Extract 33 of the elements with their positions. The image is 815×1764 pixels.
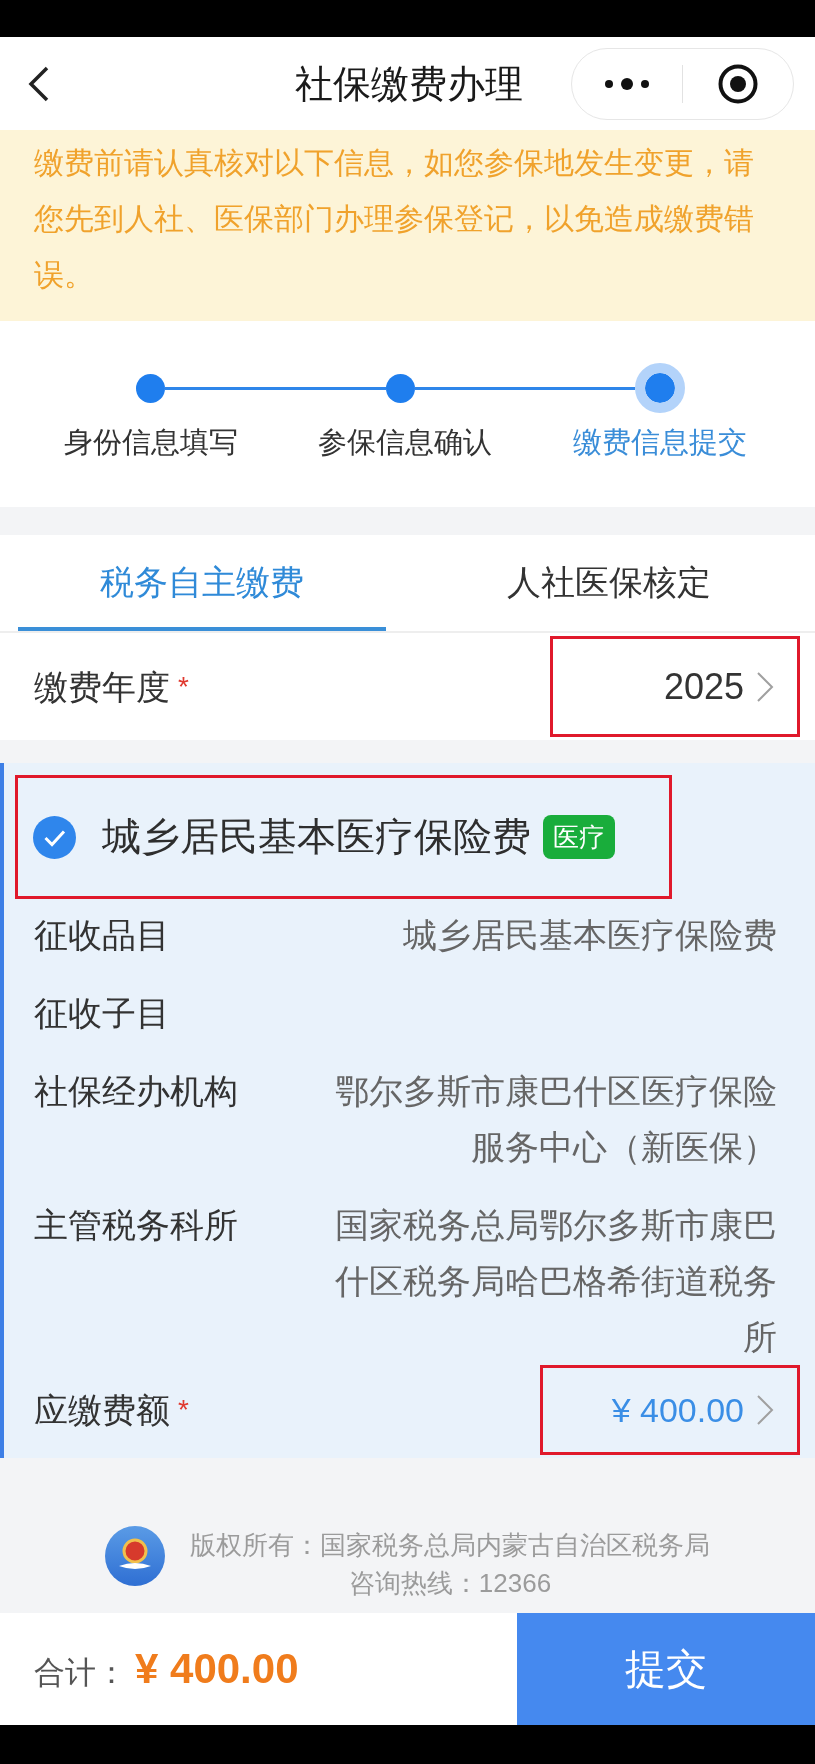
amount-select[interactable]: ¥ 400.00 bbox=[543, 1368, 797, 1452]
step-label: 身份信息填写 bbox=[64, 425, 239, 460]
page-title: 社保缴费办理 bbox=[295, 61, 523, 107]
year-select[interactable]: 2025 bbox=[553, 639, 797, 734]
detail-value: 城乡居民基本医疗保险费 bbox=[402, 915, 777, 956]
detail-label: 征收子目 bbox=[34, 993, 170, 1034]
required-mark: * bbox=[178, 1396, 189, 1424]
step-label: 缴费信息提交 bbox=[572, 425, 747, 460]
insurance-title: 城乡居民基本医疗保险费 bbox=[102, 814, 531, 860]
field-label: 缴费年度 bbox=[34, 666, 170, 708]
target-icon bbox=[718, 63, 758, 104]
detail-label: 征收品目 bbox=[34, 915, 170, 956]
chevron-right-icon bbox=[756, 1394, 774, 1426]
copyright-text: 版权所有：国家税务总局内蒙古自治区税务局 bbox=[190, 1529, 710, 1562]
detail-label: 社保经办机构 bbox=[34, 1071, 238, 1112]
total-amount: ¥ 400.00 bbox=[135, 1644, 299, 1693]
detail-label: 主管税务科所 bbox=[34, 1205, 238, 1246]
field-label: 应缴费额 bbox=[34, 1390, 170, 1431]
category-tag: 医疗 bbox=[543, 815, 615, 859]
total-label: 合计： bbox=[34, 1653, 127, 1692]
chevron-right-icon bbox=[756, 670, 774, 703]
required-mark: * bbox=[178, 672, 189, 701]
notice-text: 缴费前请认真核对以下信息，如您参保地发生变更，请您先到人社、医保部门办理参保登记，以免造成缴费错误。 bbox=[34, 145, 755, 293]
tab[interactable]: 人社医保核定 bbox=[425, 535, 793, 631]
more-icon bbox=[604, 77, 650, 90]
checked-circle-icon[interactable] bbox=[33, 815, 76, 859]
detail-value: 鄂尔多斯市康巴什区医疗保险服务中心（新医保） bbox=[334, 1071, 777, 1168]
detail-value: 国家税务总局鄂尔多斯市康巴什区税务局哈巴格希街道税务所 bbox=[334, 1205, 777, 1358]
hotline-text: 咨询热线：12366 bbox=[348, 1567, 552, 1600]
back-icon bbox=[28, 65, 50, 102]
submit-button[interactable]: 提交 bbox=[517, 1613, 815, 1725]
emblem-logo-icon bbox=[105, 1526, 165, 1586]
step-label: 参保信息确认 bbox=[318, 425, 493, 460]
